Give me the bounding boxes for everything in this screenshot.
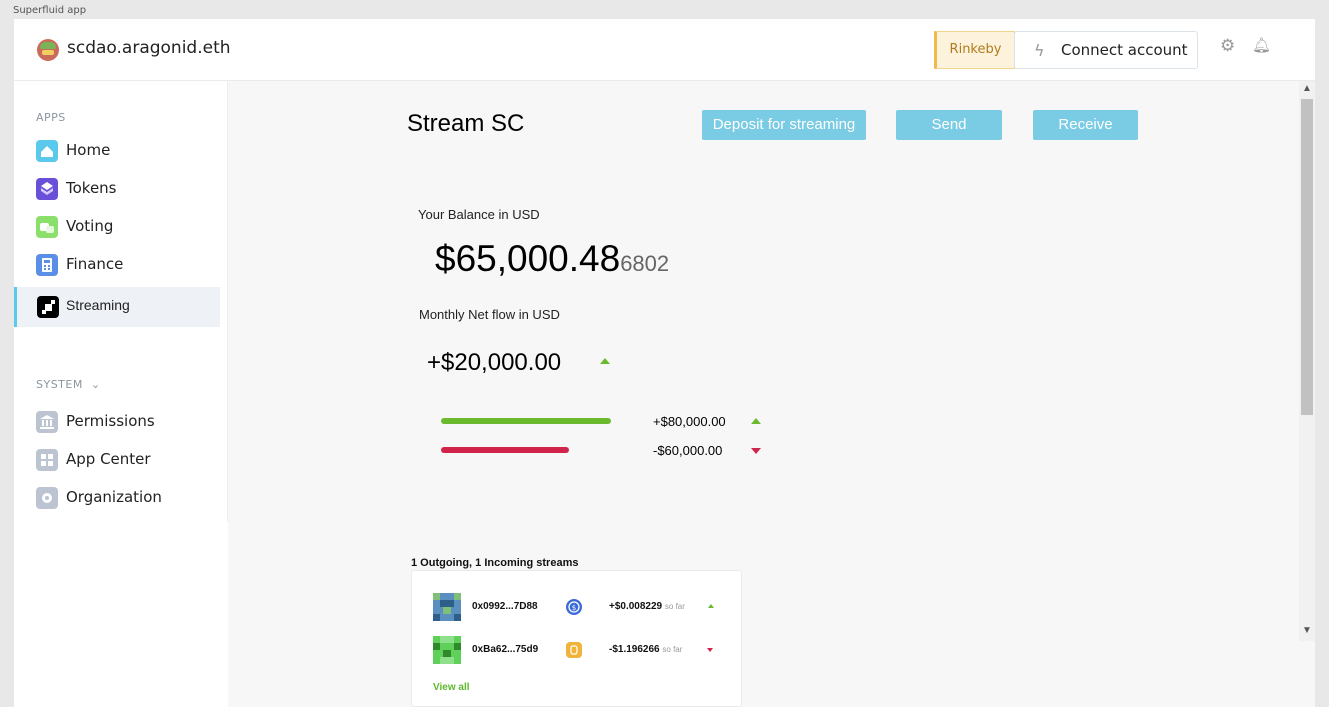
window-title: Superfluid app [13,5,87,16]
sidebar-item-home[interactable]: Home [14,131,220,169]
streams-card: 0x0992...7D88 $ +$0.008229 so far 0xBa62 [411,570,742,707]
sidebar-footer [14,522,228,707]
window-titlebar: Superfluid app [0,0,1329,19]
lightning-icon: ϟ [1034,41,1045,60]
tokens-icon [36,178,58,200]
main-content: Stream SC Deposit for streaming Send Rec… [228,81,1299,707]
sidebar: APPS Home Tokens Voting Finance Streamin… [14,81,228,522]
finance-icon [36,254,58,276]
net-flow-label: Monthly Net flow in USD [419,307,560,322]
outflow-amount: -$60,000.00 [653,443,723,458]
view-all-link[interactable]: View all [433,682,470,693]
so-far-label: so far [662,645,683,654]
header: scdao.aragonid.eth Rinkeby ϟ Connect acc… [14,19,1315,81]
system-section-label[interactable]: SYSTEM ⌄ [36,378,101,391]
send-button[interactable]: Send [896,110,1002,140]
sidebar-item-label: Finance [66,255,124,273]
receive-button[interactable]: Receive [1033,110,1138,140]
balance-decimals: 6802 [620,251,670,276]
bell-icon[interactable]: 🔔︎ [1252,36,1271,54]
sidebar-item-label: Permissions [66,412,155,430]
balance-label: Your Balance in USD [418,207,540,222]
page-title: Stream SC [407,110,525,137]
stream-amount: -$1.196266 so far [609,644,682,655]
inflow-amount: +$80,000.00 [653,414,726,429]
chevron-down-icon[interactable]: ▼ [1302,625,1312,636]
chevron-up-icon[interactable]: ▲ [1302,83,1312,94]
sidebar-item-finance[interactable]: Finance [14,245,220,283]
connect-account-label: Connect account [1061,41,1188,59]
network-badge: Rinkeby [934,31,1015,69]
connect-account-button[interactable]: ϟ Connect account [1014,31,1198,69]
avatar-identicon-icon [433,593,461,621]
sidebar-item-label: Voting [66,217,114,235]
usdc-token-icon: $ [566,599,582,615]
stream-amount: +$0.008229 so far [609,601,685,612]
system-section-text: SYSTEM [36,378,83,391]
stream-address: 0xBa62...75d9 [472,644,539,655]
organization-icon [36,487,58,509]
gear-icon[interactable]: ⚙ [1220,36,1235,56]
permissions-icon [36,411,58,433]
balance-value: $65,000.486802 [435,238,669,280]
org-name[interactable]: scdao.aragonid.eth [67,38,231,58]
sidebar-item-label: Organization [66,488,162,506]
scrollbar-thumb[interactable] [1301,99,1313,415]
inflow-bar [441,418,611,424]
app-center-icon [36,449,58,471]
stream-row[interactable]: 0xBa62...75d9 -$1.196266 so far [433,636,733,664]
sidebar-item-label: Home [66,141,111,159]
outflow-bar [441,447,569,453]
org-logo-icon [37,39,59,61]
stream-amount-value: +$0.008229 [609,601,663,612]
streams-title: 1 Outgoing, 1 Incoming streams [411,557,579,569]
voting-icon [36,216,58,238]
balance-main-digits: $65,000.48 [435,238,621,279]
app-window: scdao.aragonid.eth Rinkeby ϟ Connect acc… [14,19,1315,707]
svg-text:$: $ [572,604,576,612]
deposit-button[interactable]: Deposit for streaming [702,110,866,140]
home-icon [36,140,58,162]
sidebar-item-label: Tokens [66,179,117,197]
avatar-identicon-icon [433,636,461,664]
sidebar-item-app-center[interactable]: App Center [14,440,220,478]
sidebar-item-voting[interactable]: Voting [14,207,220,245]
stream-address: 0x0992...7D88 [472,601,538,612]
scrollbar[interactable]: ▲ ▼ [1299,81,1315,641]
stream-row[interactable]: 0x0992...7D88 $ +$0.008229 so far [433,593,733,621]
stream-up-icon [708,604,714,608]
sidebar-item-organization[interactable]: Organization [14,478,220,516]
dai-token-icon [566,642,582,658]
chevron-down-icon: ⌄ [90,378,101,391]
sidebar-item-tokens[interactable]: Tokens [14,169,220,207]
sidebar-item-label: App Center [66,450,151,468]
stream-amount-value: -$1.196266 [609,644,660,655]
net-flow-value: +$20,000.00 [427,349,562,376]
net-flow-up-icon [600,358,610,364]
streaming-icon [37,296,59,318]
inflow-up-icon [751,418,761,424]
outflow-down-icon [751,448,761,454]
apps-section-label: APPS [36,111,66,124]
stream-down-icon [707,648,713,652]
sidebar-item-permissions[interactable]: Permissions [14,402,220,440]
sidebar-item-label: Streaming [66,297,130,313]
sidebar-item-streaming[interactable]: Streaming [14,287,220,327]
so-far-label: so far [664,602,685,611]
